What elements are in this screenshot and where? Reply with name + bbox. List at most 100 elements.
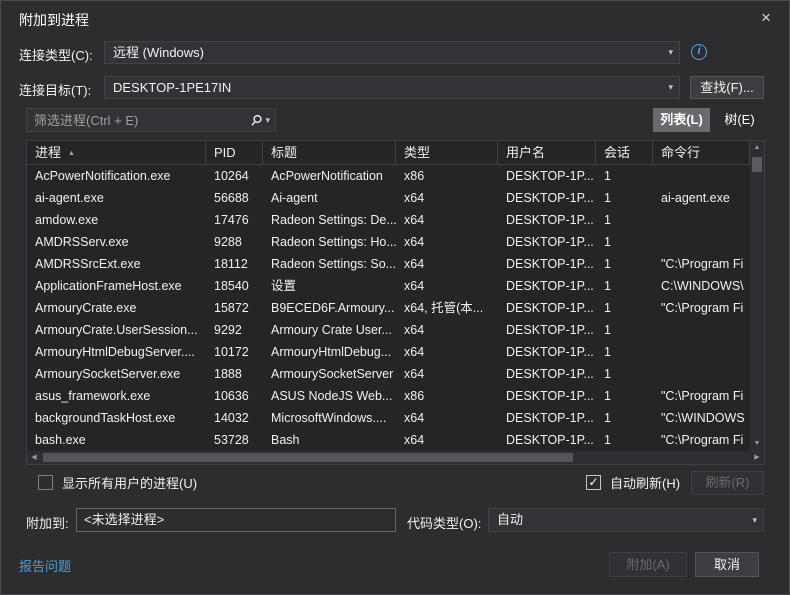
- connection-type-combobox[interactable]: 远程 (Windows) ▾: [104, 41, 680, 64]
- table-cell: ArmouryHtmlDebugServer....: [27, 341, 206, 363]
- column-header-5[interactable]: 用户名: [498, 141, 596, 164]
- table-cell: backgroundTaskHost.exe: [27, 407, 206, 429]
- table-cell: ai-agent.exe: [653, 187, 750, 209]
- table-cell: DESKTOP-1P...: [498, 319, 596, 341]
- table-cell: 14032: [206, 407, 263, 429]
- table-cell: x64: [396, 407, 498, 429]
- chevron-down-icon: ▾: [668, 77, 673, 98]
- table-cell: Armoury Crate User...: [263, 319, 396, 341]
- column-header-label: 用户名: [506, 145, 545, 160]
- table-cell: 18112: [206, 253, 263, 275]
- table-cell: C:\WINDOWS\: [653, 275, 750, 297]
- vertical-scrollbar[interactable]: ▲ ▼: [750, 141, 764, 451]
- table-cell: 15872: [206, 297, 263, 319]
- table-cell: ASUS NodeJS Web...: [263, 385, 396, 407]
- table-row[interactable]: bash.exe53728Bashx64DESKTOP-1P...1"C:\Pr…: [27, 429, 750, 451]
- table-row[interactable]: ArmouryCrate.exe15872B9ECED6F.Armoury...…: [27, 297, 750, 319]
- table-cell: AMDRSSrcExt.exe: [27, 253, 206, 275]
- scroll-up-button[interactable]: ▲: [750, 141, 764, 155]
- table-cell: DESKTOP-1P...: [498, 385, 596, 407]
- table-body: AcPowerNotification.exe10264AcPowerNotif…: [27, 165, 764, 451]
- table-cell: Ai-agent: [263, 187, 396, 209]
- table-cell: "C:\Program Fi: [653, 253, 750, 275]
- column-header-3[interactable]: 标题: [263, 141, 396, 164]
- table-cell: DESKTOP-1P...: [498, 297, 596, 319]
- table-cell: 10636: [206, 385, 263, 407]
- table-row[interactable]: ai-agent.exe56688Ai-agentx64DESKTOP-1P..…: [27, 187, 750, 209]
- table-cell: ArmouryHtmlDebug...: [263, 341, 396, 363]
- table-cell: x64: [396, 209, 498, 231]
- table-cell: x86: [396, 385, 498, 407]
- table-row[interactable]: asus_framework.exe10636ASUS NodeJS Web..…: [27, 385, 750, 407]
- search-icon[interactable]: [250, 114, 263, 127]
- process-table: 进程▲PID 标题 类型用户名 会话命令行 AcPowerNotification.e…: [26, 140, 765, 465]
- attach-to-label: 附加到:: [26, 513, 69, 532]
- tree-view-button[interactable]: 树(E): [715, 108, 764, 132]
- table-cell: x86: [396, 165, 498, 187]
- table-row[interactable]: ArmouryHtmlDebugServer....10172ArmouryHt…: [27, 341, 750, 363]
- table-cell: 53728: [206, 429, 263, 451]
- table-cell: x64: [396, 363, 498, 385]
- auto-refresh-checkbox[interactable]: ✓: [586, 475, 601, 490]
- table-cell: amdow.exe: [27, 209, 206, 231]
- table-cell: AcPowerNotification.exe: [27, 165, 206, 187]
- attach-to-field[interactable]: <未选择进程>: [76, 508, 396, 532]
- column-header-label: 命令行: [661, 145, 700, 160]
- vertical-scrollbar-thumb[interactable]: [752, 157, 762, 172]
- table-row[interactable]: backgroundTaskHost.exe14032MicrosoftWind…: [27, 407, 750, 429]
- table-row[interactable]: AMDRSServ.exe9288Radeon Settings: Ho...x…: [27, 231, 750, 253]
- table-cell: 1: [596, 209, 653, 231]
- table-cell: 1888: [206, 363, 263, 385]
- show-all-users-checkbox[interactable]: [38, 475, 53, 490]
- table-cell: MicrosoftWindows....: [263, 407, 396, 429]
- connection-target-combobox[interactable]: DESKTOP-1PE17IN ▾: [104, 76, 680, 99]
- list-view-button[interactable]: 列表(L): [653, 108, 710, 132]
- table-row[interactable]: AMDRSSrcExt.exe18112Radeon Settings: So.…: [27, 253, 750, 275]
- table-cell: 1: [596, 165, 653, 187]
- horizontal-scrollbar[interactable]: ◀ ▶: [27, 451, 764, 464]
- column-header-6[interactable]: 会话: [596, 141, 653, 164]
- filter-input[interactable]: [27, 113, 250, 128]
- table-cell: DESKTOP-1P...: [498, 275, 596, 297]
- table-cell: DESKTOP-1P...: [498, 253, 596, 275]
- scroll-down-button[interactable]: ▼: [750, 437, 764, 451]
- table-cell: ArmourySocketServer: [263, 363, 396, 385]
- cancel-button[interactable]: 取消: [695, 552, 759, 577]
- column-header-7[interactable]: 命令行: [653, 141, 750, 164]
- table-row[interactable]: ArmouryCrate.UserSession...9292Armoury C…: [27, 319, 750, 341]
- connection-type-value: 远程 (Windows): [113, 45, 204, 60]
- table-row[interactable]: amdow.exe17476Radeon Settings: De...x64D…: [27, 209, 750, 231]
- scroll-left-button[interactable]: ◀: [27, 451, 41, 464]
- column-header-label: 标题: [271, 145, 297, 160]
- table-row[interactable]: AcPowerNotification.exe10264AcPowerNotif…: [27, 165, 750, 187]
- table-cell: ArmouryCrate.UserSession...: [27, 319, 206, 341]
- table-row[interactable]: ArmourySocketServer.exe1888ArmourySocket…: [27, 363, 750, 385]
- chevron-down-icon[interactable]: ▾: [265, 115, 270, 126]
- column-header-4[interactable]: 类型: [396, 141, 498, 164]
- find-button[interactable]: 查找(F)...: [690, 76, 764, 99]
- table-cell: Radeon Settings: De...: [263, 209, 396, 231]
- sort-ascending-icon: ▲: [68, 150, 75, 157]
- table-cell: [653, 165, 750, 187]
- table-cell: DESKTOP-1P...: [498, 407, 596, 429]
- connection-target-value: DESKTOP-1PE17IN: [113, 80, 231, 95]
- report-problem-link[interactable]: 报告问题: [19, 556, 71, 575]
- chevron-down-icon: ▾: [668, 42, 673, 63]
- horizontal-scrollbar-thumb[interactable]: [43, 453, 573, 462]
- code-type-combobox[interactable]: 自动 ▾: [488, 508, 764, 532]
- table-cell: 1: [596, 297, 653, 319]
- table-cell: 56688: [206, 187, 263, 209]
- table-cell: ApplicationFrameHost.exe: [27, 275, 206, 297]
- table-cell: 9292: [206, 319, 263, 341]
- table-cell: 17476: [206, 209, 263, 231]
- table-cell: 1: [596, 231, 653, 253]
- attach-button[interactable]: 附加(A): [609, 552, 687, 577]
- info-icon[interactable]: i: [691, 44, 707, 60]
- table-cell: AcPowerNotification: [263, 165, 396, 187]
- close-icon[interactable]: ×: [753, 5, 779, 31]
- scroll-right-button[interactable]: ▶: [750, 451, 764, 464]
- refresh-button[interactable]: 刷新(R): [691, 471, 764, 495]
- column-header-1[interactable]: 进程▲: [27, 141, 206, 164]
- table-row[interactable]: ApplicationFrameHost.exe18540设置x64DESKTO…: [27, 275, 750, 297]
- column-header-2[interactable]: PID: [206, 141, 263, 164]
